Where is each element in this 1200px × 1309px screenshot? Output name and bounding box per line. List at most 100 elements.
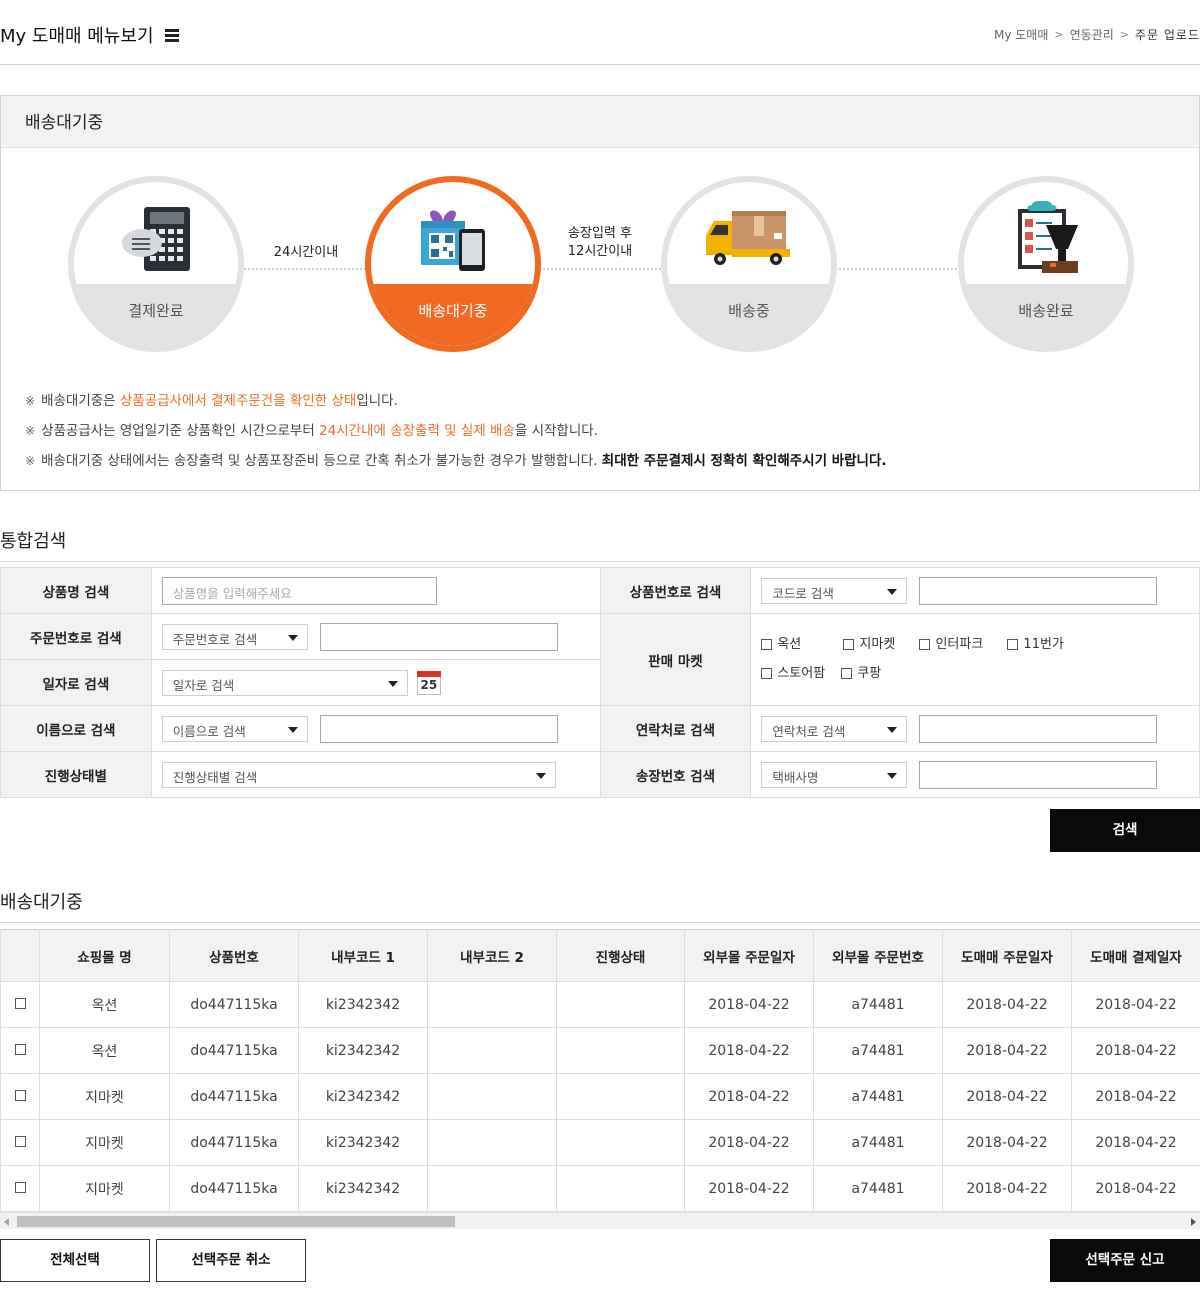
search-form: 상품명 검색 상품명을 입력해주세요 상품번호로 검색 코드로 검색 주문번호로…	[0, 567, 1200, 798]
breadcrumb-item[interactable]: My 도매매	[994, 26, 1048, 43]
select-all-button[interactable]: 전체선택	[0, 1239, 150, 1282]
step-label: 배송중	[667, 284, 831, 346]
table-cell: ki2342342	[298, 1027, 428, 1074]
column-header: 내부코드 2	[427, 929, 557, 982]
search-section-title: 통합검색	[0, 527, 1200, 562]
date-select[interactable]: 일자로 검색	[161, 669, 408, 696]
table-cell: a74481	[813, 981, 943, 1028]
step-label: 배송대기중	[371, 284, 535, 346]
table-cell	[556, 981, 685, 1028]
table-cell: 2018-04-22	[684, 1165, 814, 1212]
breadcrumb-item[interactable]: 연동관리	[1070, 26, 1114, 43]
checkbox-icon	[761, 638, 773, 650]
step-connector	[535, 268, 665, 270]
table-cell: do447115ka	[169, 1119, 299, 1166]
checkbox-icon	[919, 638, 931, 650]
market-checkbox-coupang[interactable]: 쿠팡	[841, 660, 881, 687]
chevron-right-icon: >	[1119, 28, 1129, 41]
field-label: 일자로 검색	[0, 659, 152, 706]
table-cell: 2018-04-22	[942, 981, 1072, 1028]
calendar-icon[interactable]: 25	[416, 670, 441, 695]
checkbox-icon	[761, 667, 773, 679]
field-label: 주문번호로 검색	[0, 613, 152, 660]
row-checkbox[interactable]	[14, 1181, 26, 1193]
list-section-title: 배송대기중	[0, 888, 1200, 923]
market-checkbox-11st[interactable]: 11번가	[1007, 631, 1064, 658]
step-delivered: 배송완료	[958, 176, 1134, 352]
shipping-status-panel: 배송대기중 24시간이내 송장입력 후 12시간이내 결제완료 배송대기중 배송…	[0, 95, 1200, 491]
table-cell: do447115ka	[169, 1165, 299, 1212]
order-no-select[interactable]: 주문번호로 검색	[161, 623, 308, 650]
name-select[interactable]: 이름으로 검색	[161, 715, 308, 742]
table-cell: 2018-04-22	[1071, 1119, 1200, 1166]
scroll-left-icon[interactable]	[4, 1218, 9, 1226]
product-no-select[interactable]: 코드로 검색	[761, 577, 908, 604]
step-in-transit: 배송중	[661, 176, 837, 352]
table-cell: do447115ka	[169, 981, 299, 1028]
table-cell: 2018-04-22	[684, 1027, 814, 1074]
row-checkbox[interactable]	[14, 1043, 26, 1055]
order-no-input[interactable]	[319, 622, 558, 651]
search-button[interactable]: 검색	[1050, 809, 1200, 852]
hamburger-icon[interactable]	[164, 28, 179, 42]
calculator-icon	[74, 200, 238, 278]
market-checkbox-interpark[interactable]: 인터파크	[919, 631, 983, 658]
row-checkbox[interactable]	[14, 997, 26, 1009]
table-row: 지마켓 do447115ka ki2342342 2018-04-22 a744…	[0, 1073, 1200, 1120]
market-checkbox-auction[interactable]: 옥션	[761, 631, 801, 658]
note-line: ※ 배송대기중 상태에서는 송장출력 및 상품포장준비 등으로 간혹 취소가 불가…	[25, 453, 887, 469]
table-cell: ki2342342	[298, 1165, 428, 1212]
column-header: 상품번호	[169, 929, 299, 982]
table-cell: 옥션	[39, 981, 170, 1028]
product-no-input[interactable]	[919, 576, 1158, 605]
market-checkbox-storefarm[interactable]: 스토어팜	[761, 660, 825, 687]
field-label: 상품번호로 검색	[599, 567, 752, 614]
breadcrumb-current: 주문 업로드	[1134, 28, 1200, 42]
page-header: My 도매매 메뉴보기 My 도매매 > 연동관리 > 주문 업로드	[0, 0, 1200, 65]
table-cell: ki2342342	[298, 1119, 428, 1166]
field-label: 판매 마켓	[599, 613, 752, 706]
table-cell: 2018-04-22	[942, 1119, 1072, 1166]
progress-select[interactable]: 진행상태별 검색	[161, 761, 556, 788]
market-checkbox-gmarket[interactable]: 지마켓	[843, 631, 895, 658]
truck-icon	[667, 200, 831, 278]
header-checkbox-col	[0, 929, 40, 982]
step-awaiting-shipment: 배송대기중	[365, 176, 541, 352]
note-line: ※ 배송대기중은 상품공급사에서 결제주문건을 확인한 상태입니다.	[25, 393, 398, 409]
checkbox-icon	[843, 638, 855, 650]
horizontal-scrollbar[interactable]	[0, 1212, 1200, 1229]
name-input[interactable]	[319, 714, 558, 743]
table-cell: 옥션	[39, 1027, 170, 1074]
table-cell: a74481	[813, 1119, 943, 1166]
table-cell	[427, 1073, 557, 1120]
scroll-right-icon[interactable]	[1191, 1218, 1196, 1226]
connector-label: 24시간이내	[263, 244, 349, 262]
column-header: 내부코드 1	[298, 929, 428, 982]
table-cell	[427, 1027, 557, 1074]
menu-toggle[interactable]: My 도매매 메뉴보기	[0, 22, 179, 48]
table-cell	[556, 1073, 685, 1120]
scrollbar-thumb[interactable]	[17, 1216, 455, 1227]
market-checkbox-group: 옥션 지마켓 인터파크 11번가 스토어팜 쿠팡	[750, 613, 1200, 706]
row-checkbox[interactable]	[14, 1135, 26, 1147]
checkbox-icon	[841, 667, 853, 679]
gift-tablet-icon	[371, 200, 535, 278]
table-cell: 2018-04-22	[1071, 1073, 1200, 1120]
breadcrumb: My 도매매 > 연동관리 > 주문 업로드	[994, 26, 1200, 43]
table-cell: 2018-04-22	[684, 981, 814, 1028]
field-label: 상품명 검색	[0, 567, 152, 614]
contact-input[interactable]	[919, 714, 1158, 743]
report-selected-orders-button[interactable]: 선택주문 신고	[1050, 1239, 1200, 1282]
table-cell: a74481	[813, 1165, 943, 1212]
column-header: 도매매 결제일자	[1071, 929, 1200, 982]
courier-select[interactable]: 택배사명	[761, 761, 908, 788]
row-checkbox[interactable]	[14, 1089, 26, 1101]
contact-select[interactable]: 연락처로 검색	[761, 715, 908, 742]
product-name-input[interactable]: 상품명을 입력해주세요	[161, 576, 437, 605]
column-header: 진행상태	[556, 929, 685, 982]
invoice-input[interactable]	[919, 760, 1158, 789]
column-header: 외부몰 주문번호	[813, 929, 943, 982]
step-label: 결제완료	[74, 284, 238, 346]
cancel-selected-orders-button[interactable]: 선택주문 취소	[156, 1239, 306, 1282]
orders-table: 쇼핑몰 명 상품번호 내부코드 1 내부코드 2 진행상태 외부몰 주문일자 외…	[0, 929, 1200, 1212]
